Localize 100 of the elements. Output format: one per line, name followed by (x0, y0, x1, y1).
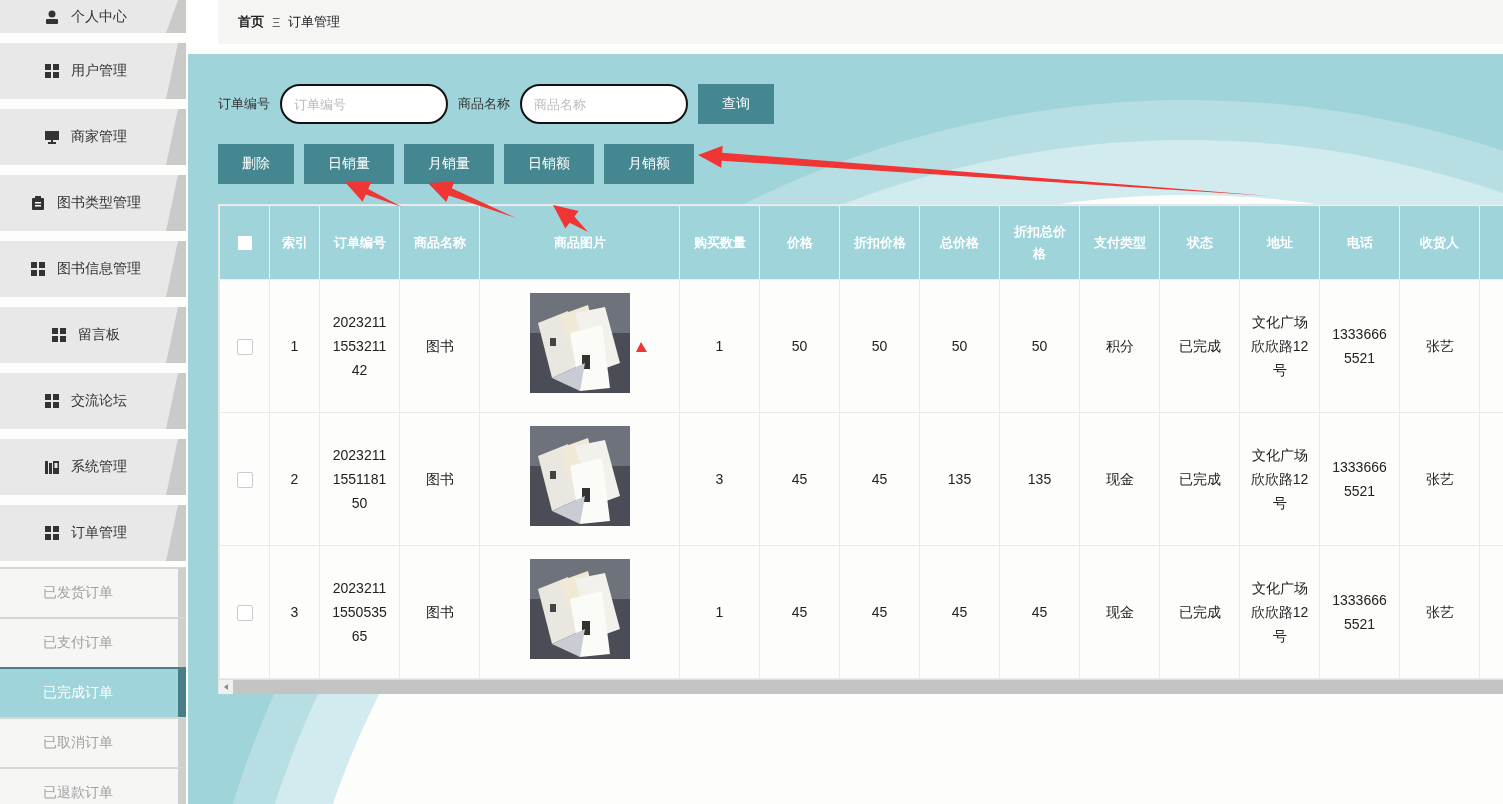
column-header: 订单编号 (319, 205, 400, 280)
column-header: 电话 (1319, 205, 1400, 280)
breadcrumb-separator: Ξ (272, 14, 281, 30)
field-label: 订单编号 (218, 95, 270, 113)
sidebar-item[interactable]: 个人中心 (0, 0, 186, 33)
column-header: 支付类型 (1079, 205, 1160, 280)
table-cell: 2023211155053565 (319, 545, 400, 679)
table-cell: 45 (999, 545, 1080, 679)
table-cell: 50 (999, 279, 1080, 413)
grid-icon (31, 262, 45, 276)
table-cell: 图书 (399, 412, 480, 546)
horizontal-scrollbar[interactable] (219, 679, 1503, 694)
column-header: 状态 (1159, 205, 1240, 280)
action-button[interactable]: 月销额 (604, 144, 694, 184)
table-cell: 45 (759, 412, 840, 546)
action-button[interactable]: 删除 (218, 144, 294, 184)
table-cell: 50 (839, 279, 920, 413)
column-header: 索引 (269, 205, 320, 280)
table-cell: 已完成 (1159, 279, 1240, 413)
column-header: 折扣总价格 (999, 205, 1080, 280)
table-cell: 张艺 (1399, 279, 1480, 413)
table-cell: 1 (679, 279, 760, 413)
select-all-checkbox[interactable] (237, 236, 252, 251)
grid-icon (45, 64, 59, 78)
breadcrumb-current: 订单管理 (288, 13, 341, 31)
slanted-edge (166, 175, 186, 231)
table-cell: 3 (269, 545, 320, 679)
table-cell: 2023211155118150 (319, 412, 400, 546)
person-icon (45, 9, 59, 24)
submenu-item[interactable]: 已发货订单 (0, 567, 186, 617)
sidebar-item[interactable]: 商家管理 (0, 109, 186, 165)
row-checkbox[interactable] (236, 472, 253, 489)
table-cell: 45 (919, 545, 1000, 679)
annotation-arrow (553, 205, 588, 232)
table-cell: 50 (919, 279, 1000, 413)
action-button[interactable]: 日销量 (304, 144, 394, 184)
slanted-edge (166, 505, 186, 561)
grid-icon (45, 394, 59, 408)
table-cell: 1 (679, 545, 760, 679)
table-cell: 13336665521 (1319, 545, 1400, 679)
table-cell: 文化广场欣欣路12号 (1239, 279, 1320, 413)
table-cell: 13336665521 (1319, 412, 1400, 546)
submenu-item[interactable]: 已支付订单 (0, 617, 186, 667)
books-icon (45, 460, 59, 474)
submenu-item[interactable]: 已退款订单 (0, 767, 186, 804)
search-field[interactable]: 订单编号 (280, 84, 448, 124)
search-field[interactable]: 商品名称 (520, 84, 688, 124)
column-header: 商品名称 (399, 205, 480, 280)
field-label: 商品名称 (458, 95, 510, 113)
action-button[interactable]: 日销额 (504, 144, 594, 184)
slanted-edge (166, 373, 186, 429)
breadcrumb-link[interactable]: 首页 (238, 13, 264, 31)
table-cell: 文化广场欣欣路12号 (1239, 545, 1320, 679)
table-cell: 45 (839, 412, 920, 546)
table-cell: 13336665521 (1319, 279, 1400, 413)
sidebar-item[interactable]: 留言板 (0, 307, 186, 363)
table-cell: 45 (759, 545, 840, 679)
table-cell: 135 (919, 412, 1000, 546)
sidebar-item[interactable]: 图书信息管理 (0, 241, 186, 297)
column-header: 总价格 (919, 205, 1000, 280)
action-button[interactable]: 月销量 (404, 144, 494, 184)
column-header: 地址 (1239, 205, 1320, 280)
sidebar-item[interactable]: 图书类型管理 (0, 175, 186, 231)
sidebar-item[interactable]: 订单管理 (0, 505, 186, 561)
table-cell: 图书 (399, 279, 480, 413)
column-header: 收货人 (1399, 205, 1480, 280)
column-header: 商品图片 (479, 205, 680, 280)
table-cell: 135 (999, 412, 1080, 546)
table-cell: 50 (759, 279, 840, 413)
sidebar-item[interactable]: 用户管理 (0, 43, 186, 99)
sidebar-item[interactable]: 系统管理 (0, 439, 186, 495)
table-cell: 2 (269, 412, 320, 546)
table-cell: 3 (679, 412, 760, 546)
table-cell: 文化广场欣欣路12号 (1239, 412, 1320, 546)
table-cell: 现金 (1079, 545, 1160, 679)
table-cell: 45 (839, 545, 920, 679)
table-cell: 图书 (399, 545, 480, 679)
slanted-edge (166, 241, 186, 297)
sidebar-item[interactable]: 交流论坛 (0, 373, 186, 429)
search-button[interactable]: 查询 (698, 84, 774, 124)
table-cell: 张艺 (1399, 545, 1480, 679)
annotation-arrow (345, 181, 402, 207)
monitor-icon (45, 130, 59, 144)
table-cell: 张艺 (1399, 412, 1480, 546)
slanted-edge (166, 109, 186, 165)
annotation-arrow (636, 342, 647, 352)
table-cell: 已完成 (1159, 412, 1240, 546)
slanted-edge (166, 307, 186, 363)
table-cell: 已完成 (1159, 545, 1240, 679)
column-header: 价格 (759, 205, 840, 280)
clipboard-icon (31, 196, 45, 210)
slanted-edge (166, 0, 186, 33)
grid-icon (45, 526, 59, 540)
slanted-edge (166, 439, 186, 495)
table-cell: 现金 (1079, 412, 1160, 546)
table-cell: 2023211155321142 (319, 279, 400, 413)
submenu-item[interactable]: 已取消订单 (0, 717, 186, 767)
slanted-edge (166, 43, 186, 99)
row-checkbox[interactable] (236, 605, 253, 622)
row-checkbox[interactable] (236, 339, 253, 356)
